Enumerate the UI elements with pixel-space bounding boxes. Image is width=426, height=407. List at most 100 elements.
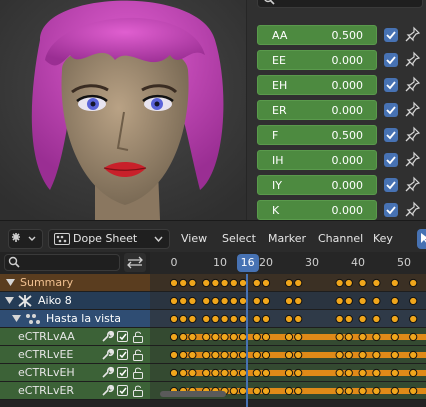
frame-ruler[interactable]: 0 10 20 30 40 50 16: [150, 252, 426, 274]
channel-control[interactable]: eCTRLvAA: [0, 328, 150, 346]
shape-key-slider[interactable]: IY 0.000: [257, 175, 377, 195]
channel-control[interactable]: eCTRLvEH: [0, 364, 150, 382]
ruler-tick-label: 40: [351, 256, 365, 269]
shape-key-mute-checkbox[interactable]: [384, 178, 398, 192]
pin-icon[interactable]: [404, 26, 421, 44]
shape-key-slider[interactable]: F 0.500: [257, 125, 377, 145]
channel-control[interactable]: eCTRLvER: [0, 382, 150, 400]
checkbox-checked-icon[interactable]: [117, 331, 128, 342]
check-mark: [119, 351, 127, 359]
checkbox-checked-icon: [386, 31, 396, 40]
lock-icon[interactable]: [132, 348, 144, 362]
wrench-icon[interactable]: [100, 348, 114, 362]
channel-track[interactable]: [150, 310, 426, 328]
pin-icon[interactable]: [404, 176, 421, 194]
ruler-tick-label: 50: [397, 256, 411, 269]
shape-key-mute-checkbox[interactable]: [384, 153, 398, 167]
shape-key-slider[interactable]: IH 0.000: [257, 150, 377, 170]
shape-key-mute-checkbox[interactable]: [384, 203, 398, 217]
shape-key-row: EH 0.000: [257, 75, 423, 95]
menu-select[interactable]: Select: [222, 232, 256, 245]
search-icon: [264, 0, 275, 5]
channel-name: eCTRLvEH: [18, 366, 75, 379]
channel-track[interactable]: [150, 364, 426, 382]
channel-name: eCTRLvAA: [18, 330, 75, 343]
shape-key-row: IH 0.000: [257, 150, 423, 170]
channel-search-field[interactable]: [4, 254, 120, 271]
channel-object[interactable]: Aiko 8: [0, 292, 150, 310]
shape-key-name: F: [272, 129, 279, 142]
armature-icon: [18, 295, 32, 307]
expand-triangle-icon: [6, 279, 15, 286]
checkbox-checked-icon[interactable]: [117, 385, 128, 396]
channel-track[interactable]: [150, 346, 426, 364]
shape-key-name: K: [272, 204, 280, 217]
shape-key-value: 0.000: [331, 104, 364, 117]
shape-key-value: 0.000: [331, 204, 364, 217]
menu-marker[interactable]: Marker: [268, 232, 306, 245]
shape-key-name: ER: [272, 104, 287, 117]
ruler-tick-label: 30: [305, 256, 319, 269]
shape-key-slider[interactable]: EE 0.000: [257, 50, 377, 70]
shape-key-slider[interactable]: EH 0.000: [257, 75, 377, 95]
shape-key-mute-checkbox[interactable]: [384, 103, 398, 117]
menu-key[interactable]: Key: [373, 232, 393, 245]
search-icon: [8, 256, 20, 268]
only-selected-toggle[interactable]: [417, 229, 426, 249]
editor-type-button[interactable]: [8, 229, 43, 249]
check-mark: [119, 369, 127, 377]
menu-channel[interactable]: Channel: [318, 232, 363, 245]
checkbox-checked-icon: [386, 56, 396, 65]
character-head-render: [0, 0, 246, 220]
channel-name: Aiko 8: [38, 294, 72, 307]
shape-key-mute-checkbox[interactable]: [384, 53, 398, 67]
channel-action[interactable]: Hasta la vista: [0, 310, 150, 328]
shape-key-slider[interactable]: K 0.000: [257, 200, 377, 220]
lock-icon[interactable]: [132, 384, 144, 398]
shape-key-name: IH: [272, 154, 284, 167]
pin-icon[interactable]: [404, 126, 421, 144]
swap-toggle[interactable]: [124, 253, 146, 272]
mode-label: Dope Sheet: [73, 232, 138, 245]
ruler-tick-label: 10: [213, 256, 227, 269]
shape-key-search-field[interactable]: [257, 0, 423, 8]
shape-key-value: 0.500: [331, 129, 364, 142]
shape-key-slider[interactable]: ER 0.000: [257, 100, 377, 120]
3d-viewport[interactable]: [0, 0, 246, 220]
check-mark: [119, 333, 127, 341]
channel-name: Summary: [20, 276, 74, 289]
shape-key-value: 0.000: [331, 54, 364, 67]
shape-key-value: 0.500: [331, 29, 364, 42]
pin-icon[interactable]: [404, 51, 421, 69]
horizontal-scrollbar[interactable]: [160, 391, 226, 397]
wrench-icon[interactable]: [100, 366, 114, 380]
pin-icon[interactable]: [404, 101, 421, 119]
mode-dropdown[interactable]: Dope Sheet: [48, 229, 170, 249]
current-frame-indicator[interactable]: 16: [236, 254, 259, 272]
pin-icon[interactable]: [404, 76, 421, 94]
shape-key-name: EH: [272, 79, 288, 92]
checkbox-checked-icon[interactable]: [117, 349, 128, 360]
menu-view[interactable]: View: [181, 232, 207, 245]
pin-icon[interactable]: [404, 201, 421, 219]
channel-track[interactable]: [150, 292, 426, 310]
wrench-icon[interactable]: [100, 330, 114, 344]
channel-summary[interactable]: Summary: [0, 274, 150, 292]
ruler-tick-label: 20: [259, 256, 273, 269]
shape-key-mute-checkbox[interactable]: [384, 128, 398, 142]
lock-icon[interactable]: [132, 366, 144, 380]
wrench-icon[interactable]: [100, 384, 114, 398]
shape-key-slider[interactable]: AA 0.500: [257, 25, 377, 45]
shape-key-mute-checkbox[interactable]: [384, 28, 398, 42]
channel-track[interactable]: [150, 328, 426, 346]
lock-icon[interactable]: [132, 330, 144, 344]
expand-triangle-icon: [12, 315, 21, 322]
channel-track[interactable]: [150, 274, 426, 292]
shape-key-mute-checkbox[interactable]: [384, 78, 398, 92]
shape-key-value: 0.000: [331, 79, 364, 92]
playhead-line[interactable]: [246, 274, 248, 407]
pin-icon[interactable]: [404, 151, 421, 169]
channel-control[interactable]: eCTRLvEE: [0, 346, 150, 364]
checkbox-checked-icon: [386, 81, 396, 90]
checkbox-checked-icon[interactable]: [117, 367, 128, 378]
